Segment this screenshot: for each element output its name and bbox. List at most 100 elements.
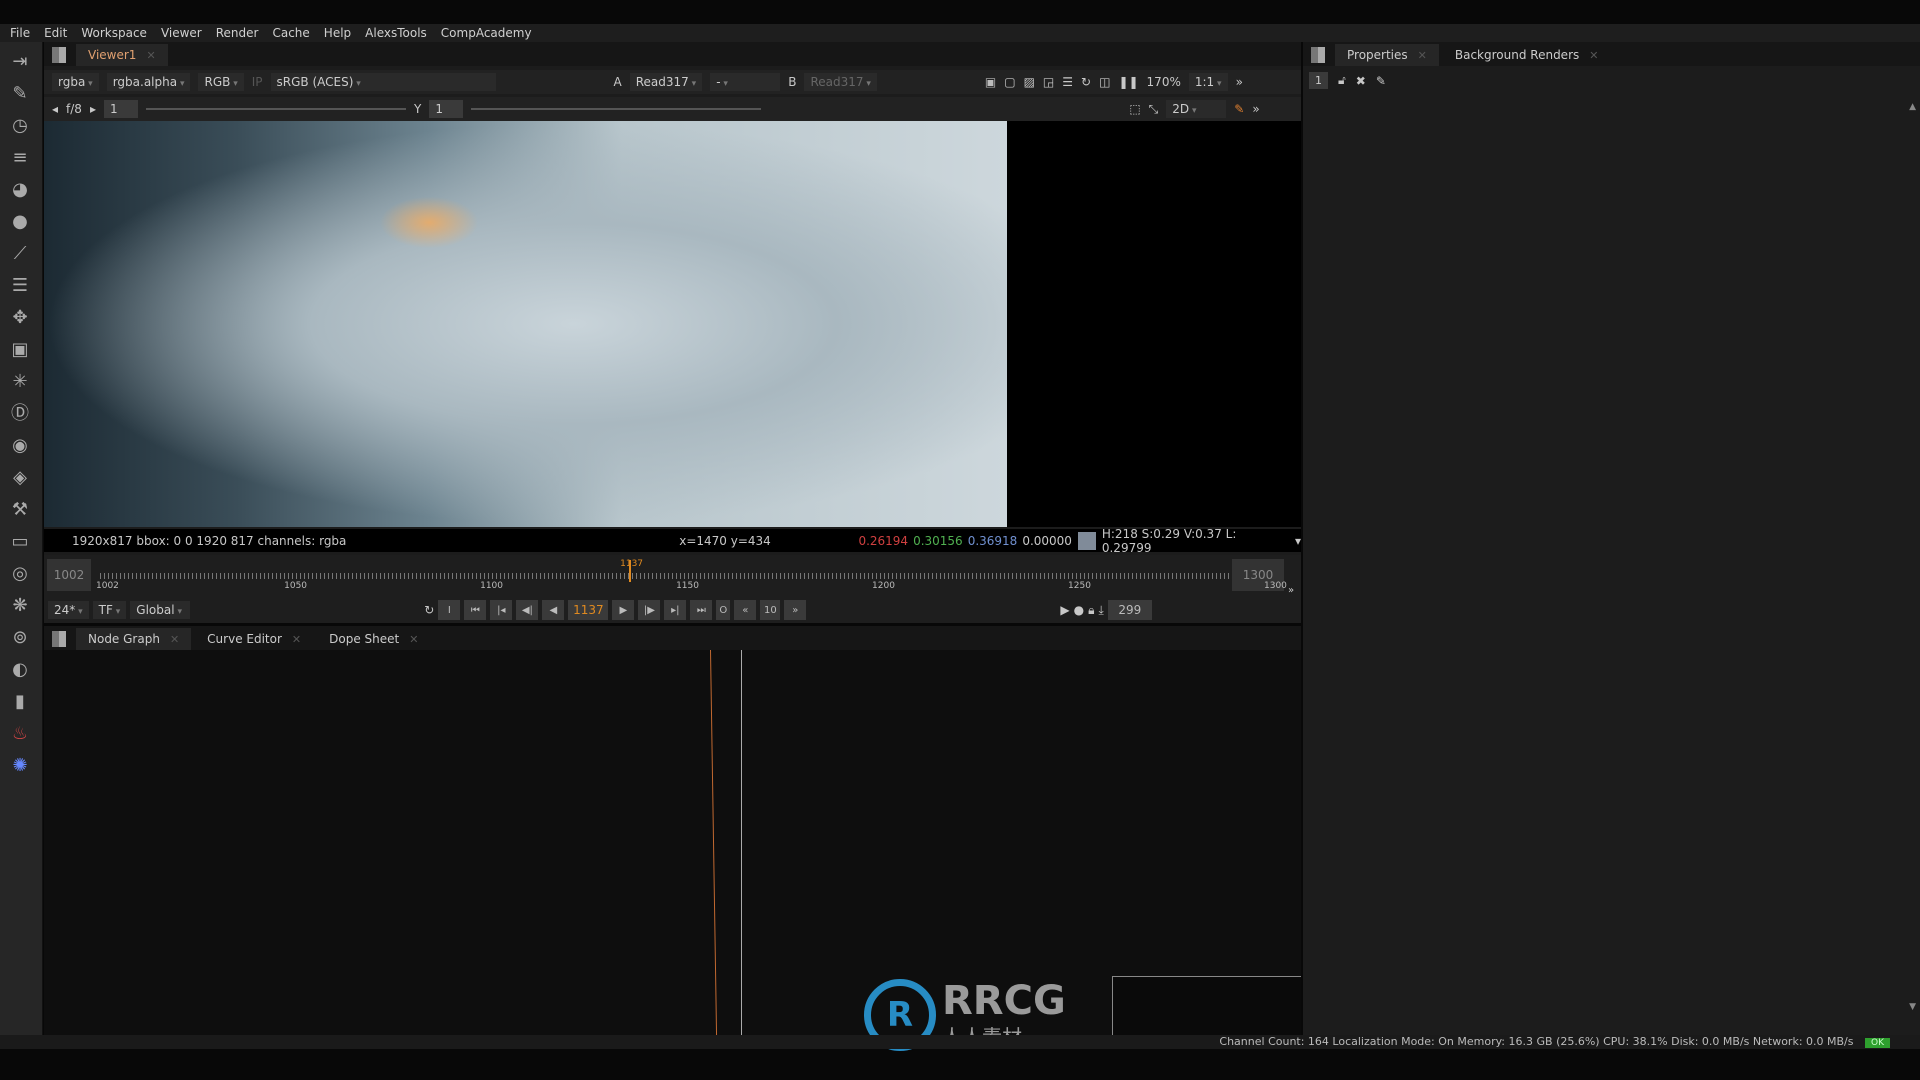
draw-icon[interactable]: ✎ [8,82,32,106]
play-backward-icon[interactable]: ◀ [542,600,565,620]
ratio-dropdown[interactable]: 1:1 [1188,73,1228,91]
menu-viewer[interactable]: Viewer [161,26,202,40]
menu-help[interactable]: Help [324,26,351,40]
panel-menu-icon[interactable] [52,631,66,647]
keyer-icon[interactable]: ⟋ [8,242,32,266]
zoom-value[interactable]: 170% [1147,75,1181,89]
roi-select-icon[interactable]: ⬚ [1129,102,1140,116]
gamma-field[interactable]: 1 [429,100,464,118]
edit-icon[interactable]: ✎ [1376,74,1386,88]
loop-icon[interactable]: ↻ [424,603,434,617]
prev-keyframe-icon[interactable]: |◂ [490,600,513,620]
plugin-icon[interactable]: ◐ [8,658,32,682]
colorspace-dropdown[interactable]: sRGB (ACES) [270,73,496,91]
clipping-icon[interactable]: ◲ [1043,75,1054,89]
capture-icon[interactable]: ◫ [1099,75,1110,89]
alpha-dropdown[interactable]: rgba.alpha [106,73,191,91]
export-icon[interactable]: ⤓ [1098,603,1103,618]
menu-render[interactable]: Render [216,26,259,40]
merge-icon[interactable]: ☰ [8,274,32,298]
step-field[interactable]: 10 [760,600,781,620]
deep-icon[interactable]: Ⓓ [8,402,32,426]
expand-icon[interactable]: » [1252,102,1259,116]
max-panels-field[interactable]: 1 [1309,72,1328,89]
views-icon[interactable]: ◉ [8,434,32,458]
scroll-down-icon[interactable]: ▼ [1909,1002,1916,1012]
tab-dope-sheet[interactable]: Dope Sheet ✕ [317,628,430,650]
close-icon[interactable]: ✕ [1589,49,1598,62]
menu-workspace[interactable]: Workspace [81,26,147,40]
close-icon[interactable]: ✕ [409,633,418,646]
sync-icon[interactable]: ↻ [1081,75,1091,89]
in-button[interactable]: I [438,600,461,620]
menu-compacademy[interactable]: CompAcademy [441,26,532,40]
channel-icon[interactable]: ≡ [8,146,32,170]
b-input-dropdown[interactable]: Read317 [804,73,877,91]
color-picker-icon[interactable]: ✎ [1234,102,1244,116]
last-frame-icon[interactable]: ⏭ [690,600,713,620]
close-icon[interactable]: ✕ [170,633,179,646]
ofx-icon[interactable]: ❋ [8,594,32,618]
tab-background-renders[interactable]: Background Renders ✕ [1443,44,1611,66]
next-keyframe-icon[interactable]: ▸| [664,600,687,620]
menu-alexstools[interactable]: AlexsTools [365,26,427,40]
tab-node-graph[interactable]: Node Graph ✕ [76,628,192,650]
play-forward-icon[interactable]: ▶ [612,600,635,620]
fps-dropdown[interactable]: 24* [48,601,89,619]
transform-icon[interactable]: ✥ [8,306,32,330]
lock-icon[interactable]: 🔒︎ [1088,603,1094,618]
particles-icon[interactable]: ✳ [8,370,32,394]
scroll-up-icon[interactable]: ▲ [1909,102,1916,112]
node-graph-minimap[interactable] [1112,976,1301,1035]
expand-icon[interactable]: » [1236,75,1243,89]
skip-forward-icon[interactable]: » [784,600,807,620]
flipbook-icon[interactable]: ▶ [1060,603,1069,617]
menu-edit[interactable]: Edit [44,26,67,40]
other-icon[interactable]: ▭ [8,530,32,554]
menu-cache[interactable]: Cache [272,26,309,40]
tab-properties[interactable]: Properties ✕ [1335,44,1439,66]
toolsets-icon[interactable]: ⚒ [8,498,32,522]
unlock-icon[interactable]: 🔓︎ [1338,73,1346,88]
overlay-icon[interactable]: ▨ [1024,75,1035,89]
a-input-dropdown[interactable]: Read317 [629,73,703,91]
cryptomatte-icon[interactable]: ✺ [8,754,32,778]
gizmo-icon[interactable]: ⊚ [8,626,32,650]
viewer-image[interactable] [44,121,1007,527]
close-icon[interactable]: ✕ [1418,49,1427,62]
metadata-icon[interactable]: ◈ [8,466,32,490]
safe-icon[interactable]: ▢ [1004,75,1015,89]
gain-field[interactable]: 1 [103,100,138,118]
time-icon[interactable]: ◷ [8,114,32,138]
pixelfudger-icon[interactable]: ▮ [8,690,32,714]
first-frame-icon[interactable]: ⏮ [464,600,487,620]
timeline-scrubber[interactable] [100,573,1268,579]
next-frame-icon[interactable]: |▶ [638,600,661,620]
clear-panels-icon[interactable]: ✖ [1356,74,1366,88]
mode-dropdown[interactable]: 2D [1166,100,1227,118]
panel-menu-icon[interactable] [1311,47,1325,63]
tab-curve-editor[interactable]: Curve Editor ✕ [195,628,313,650]
3d-icon[interactable]: ▣ [8,338,32,362]
fire-icon[interactable]: ♨ [8,722,32,746]
color-icon[interactable]: ◕ [8,178,32,202]
roi-icon[interactable]: ▣ [985,75,996,89]
skip-back-icon[interactable]: « [734,600,757,620]
next-fstop-icon[interactable]: ▸ [90,102,96,116]
display-dropdown[interactable]: RGB [198,73,244,91]
menu-file[interactable]: File [10,26,30,40]
close-icon[interactable]: ✕ [146,49,155,62]
transform-handle-icon[interactable]: ⤡ [1149,102,1159,117]
ip-button[interactable]: IP [252,75,263,89]
gamma-slider[interactable] [471,108,762,110]
in-point-field[interactable]: 1002 [47,559,91,591]
panel-menu-icon[interactable] [52,47,66,63]
furnace-icon[interactable]: ◎ [8,562,32,586]
lines-icon[interactable]: ☰ [1062,75,1073,89]
prev-fstop-icon[interactable]: ◂ [52,102,58,116]
pause-icon[interactable]: ❚❚ [1118,75,1138,89]
tf-dropdown[interactable]: TF [92,601,127,619]
filter-icon[interactable]: ● [8,210,32,234]
info-menu-icon[interactable]: ▾ [1295,534,1301,548]
tab-viewer1[interactable]: Viewer1 ✕ [76,44,168,66]
